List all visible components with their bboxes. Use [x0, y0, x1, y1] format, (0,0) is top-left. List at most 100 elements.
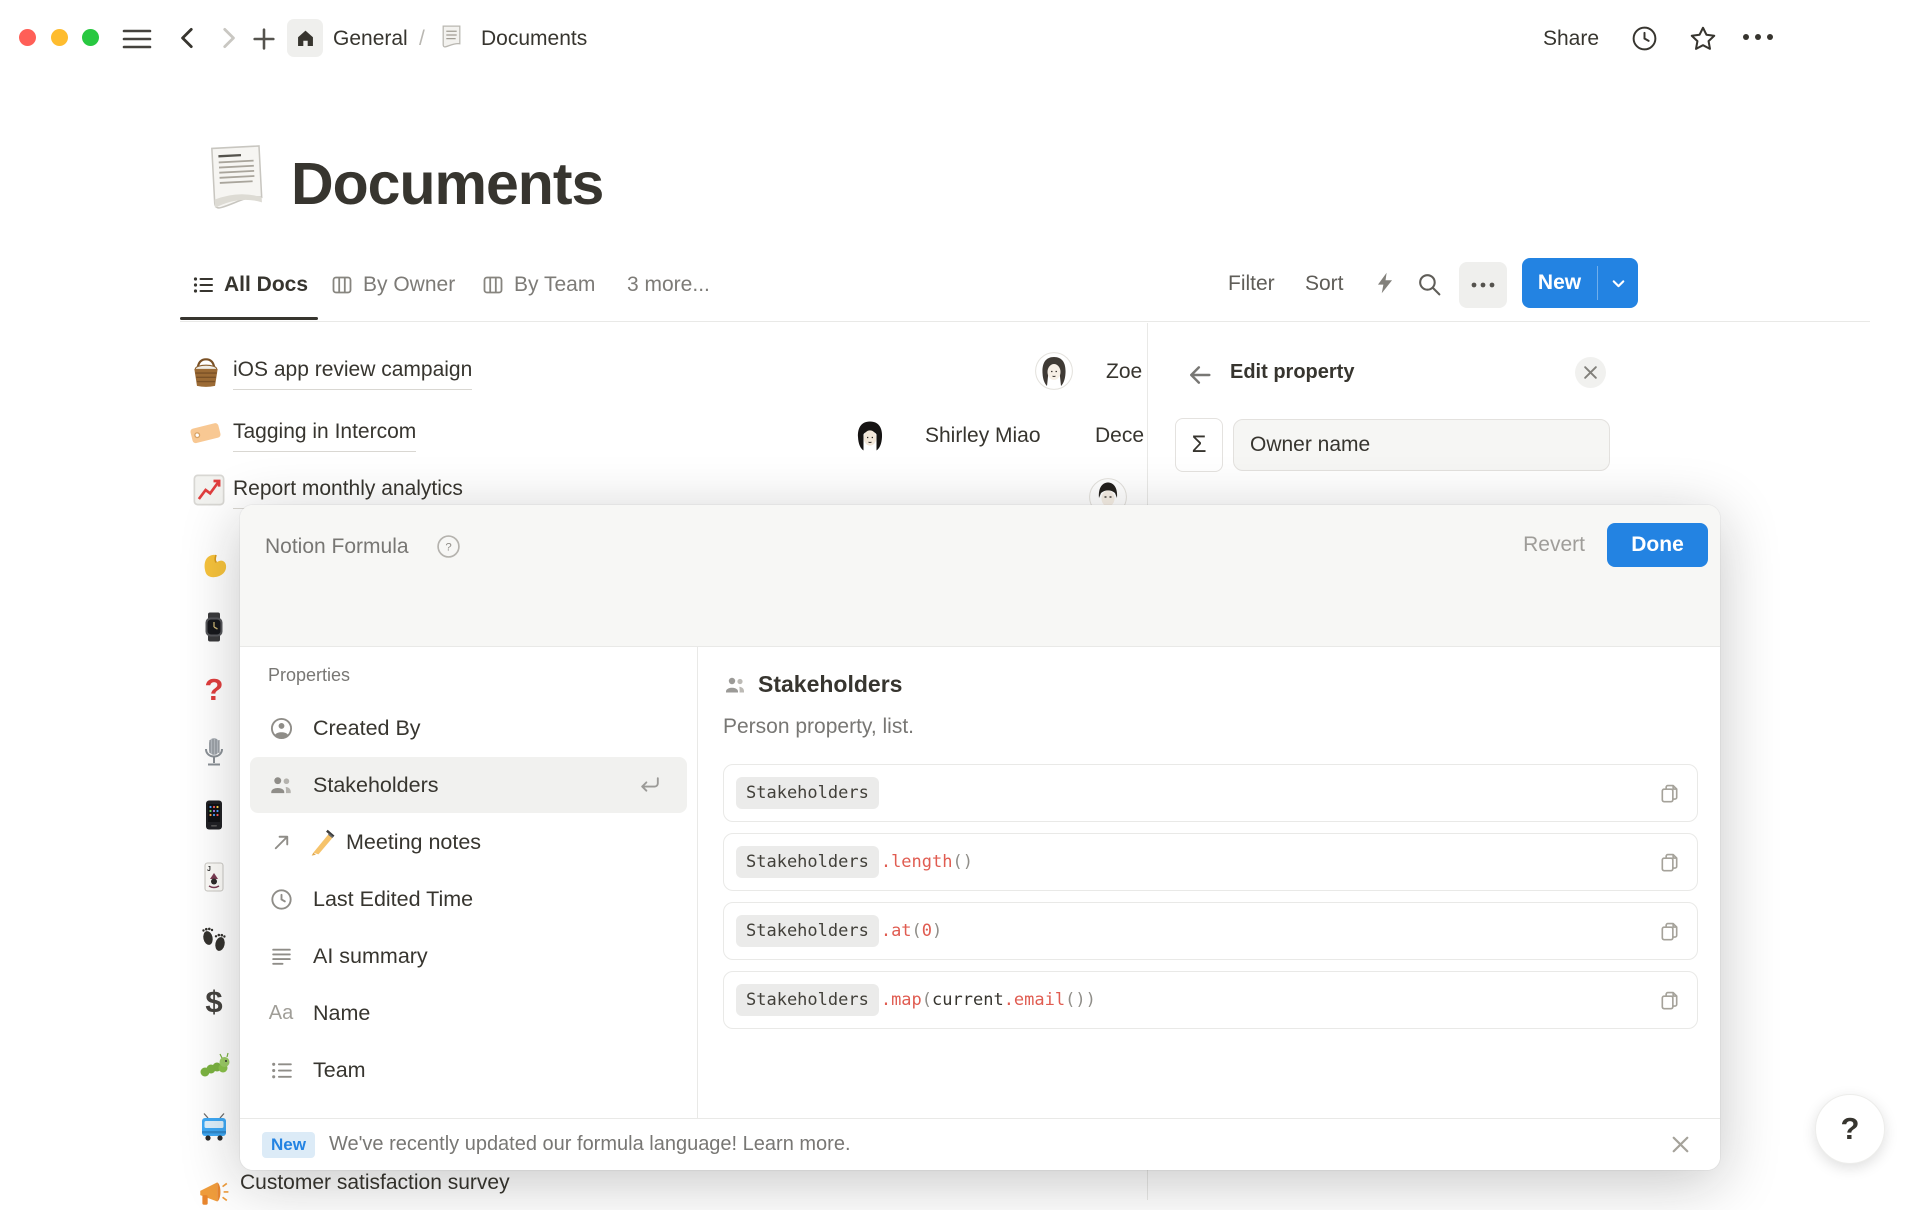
view-options-button[interactable]	[1459, 262, 1507, 308]
close-icon[interactable]	[1575, 357, 1606, 388]
new-button-label[interactable]: New	[1522, 258, 1597, 308]
share-button[interactable]: Share	[1543, 27, 1599, 51]
search-icon[interactable]	[1416, 271, 1443, 298]
date-cell: Dece	[1095, 424, 1144, 448]
property-item-ai-summary[interactable]: AI summary	[250, 928, 687, 984]
properties-pane: Properties Created By Stakeholders	[240, 647, 698, 1118]
active-tab-indicator	[180, 317, 318, 320]
owner-name: Zoe	[1106, 360, 1142, 384]
help-circle-icon[interactable]: ?	[436, 534, 461, 559]
window-zoom-button[interactable]	[82, 29, 99, 46]
close-icon[interactable]	[1671, 1135, 1690, 1154]
tag-emoji	[189, 416, 223, 450]
property-item-created-by[interactable]: Created By	[250, 700, 687, 756]
properties-heading: Properties	[250, 665, 687, 686]
formula-header: Notion Formula ? Revert Done	[240, 505, 1720, 647]
board-view-icon	[330, 273, 354, 297]
footprints-emoji	[198, 924, 230, 956]
help-button[interactable]: ?	[1815, 1094, 1885, 1164]
clock-icon	[268, 887, 294, 912]
person-circle-icon	[268, 716, 294, 741]
revert-button[interactable]: Revert	[1523, 533, 1585, 557]
more-options-icon[interactable]	[1741, 32, 1775, 42]
breadcrumb-page[interactable]: Documents	[481, 27, 587, 51]
tab-label: By Owner	[363, 273, 455, 297]
new-button[interactable]: New	[1522, 258, 1638, 308]
copy-icon[interactable]	[1658, 851, 1681, 874]
forward-icon[interactable]	[215, 25, 241, 51]
page-title-document-icon	[197, 138, 275, 218]
table-row-title[interactable]: iOS app review campaign	[233, 358, 472, 390]
studio-microphone-emoji	[198, 736, 230, 768]
formula-example-row[interactable]: Stakeholders .map ( current .email ())	[723, 971, 1698, 1029]
tab-more-views[interactable]: 3 more...	[627, 269, 710, 301]
tab-by-team[interactable]: By Team	[481, 269, 595, 301]
favorite-star-icon[interactable]	[1688, 24, 1718, 54]
tab-all-docs[interactable]: All Docs	[191, 269, 308, 301]
window-minimize-button[interactable]	[51, 29, 68, 46]
back-arrow-icon[interactable]	[1186, 361, 1214, 389]
page-title: Documents	[291, 150, 603, 218]
home-icon	[295, 28, 316, 49]
property-type-button[interactable]: Σ	[1175, 418, 1223, 472]
text-lines-icon	[268, 944, 294, 969]
document-page-icon	[438, 23, 465, 50]
owner-name: Shirley Miao	[925, 424, 1041, 448]
return-key-icon	[636, 772, 663, 799]
window-close-button[interactable]	[19, 29, 36, 46]
title-aa-icon: Aa	[268, 1002, 294, 1025]
mobile-phone-emoji	[198, 799, 230, 831]
property-item-team[interactable]: Team	[250, 1042, 687, 1098]
detail-subtitle: Person property, list.	[723, 715, 1698, 739]
sort-button[interactable]: Sort	[1305, 272, 1344, 296]
tab-by-owner[interactable]: By Owner	[330, 269, 455, 301]
detail-heading: Stakeholders	[758, 671, 902, 698]
automations-bolt-icon[interactable]	[1372, 270, 1398, 296]
done-button[interactable]: Done	[1607, 523, 1708, 567]
megaphone-emoji	[196, 1176, 230, 1210]
copy-icon[interactable]	[1658, 782, 1681, 805]
tab-label: By Team	[514, 273, 595, 297]
property-item-name[interactable]: Aa Name	[250, 985, 687, 1041]
joker-card-emoji: J	[198, 861, 230, 893]
tab-label: All Docs	[224, 273, 308, 297]
svg-text:?: ?	[445, 542, 451, 554]
sidebar-menu-icon[interactable]	[122, 28, 152, 50]
formula-update-banner: New We've recently updated our formula l…	[240, 1118, 1720, 1170]
trolleybus-emoji	[198, 1112, 230, 1144]
table-row-title[interactable]: Tagging in Intercom	[233, 420, 416, 452]
property-item-last-edited-time[interactable]: Last Edited Time	[250, 871, 687, 927]
views-bar-divider	[180, 321, 1870, 322]
formula-example-row[interactable]: Stakeholders .length ()	[723, 833, 1698, 891]
edit-property-title: Edit property	[1230, 361, 1354, 384]
people-icon	[268, 772, 294, 798]
table-row-title[interactable]: Customer satisfaction survey	[240, 1171, 510, 1195]
updates-clock-icon[interactable]	[1630, 24, 1659, 53]
banner-text: We've recently updated our formula langu…	[329, 1133, 851, 1156]
basket-emoji	[189, 355, 223, 389]
avatar	[1035, 352, 1073, 390]
filter-button[interactable]: Filter	[1228, 272, 1275, 296]
arrow-up-right-icon	[268, 831, 294, 854]
ellipsis-icon	[1470, 281, 1496, 289]
new-tab-icon[interactable]	[250, 25, 278, 53]
copy-icon[interactable]	[1658, 989, 1681, 1012]
breadcrumb-workspace[interactable]: General	[333, 27, 408, 51]
property-name-input[interactable]	[1233, 419, 1610, 471]
dollar-sign-emoji: $	[198, 986, 230, 1018]
writing-hand-emoji	[310, 829, 337, 856]
list-view-icon	[191, 273, 215, 297]
formula-example-row[interactable]: Stakeholders	[723, 764, 1698, 822]
property-item-stakeholders[interactable]: Stakeholders	[250, 757, 687, 813]
flexed-biceps-emoji	[198, 549, 230, 581]
home-button[interactable]	[287, 19, 323, 57]
copy-icon[interactable]	[1658, 920, 1681, 943]
svg-text:J: J	[207, 866, 211, 873]
property-item-meeting-notes[interactable]: Meeting notes	[250, 814, 687, 870]
formula-example-row[interactable]: Stakeholders .at ( 0 )	[723, 902, 1698, 960]
new-dropdown-button[interactable]	[1598, 258, 1638, 308]
back-icon[interactable]	[175, 25, 201, 51]
board-view-icon	[481, 273, 505, 297]
red-question-mark-emoji: ?	[198, 674, 230, 706]
chart-increasing-emoji	[191, 472, 227, 508]
